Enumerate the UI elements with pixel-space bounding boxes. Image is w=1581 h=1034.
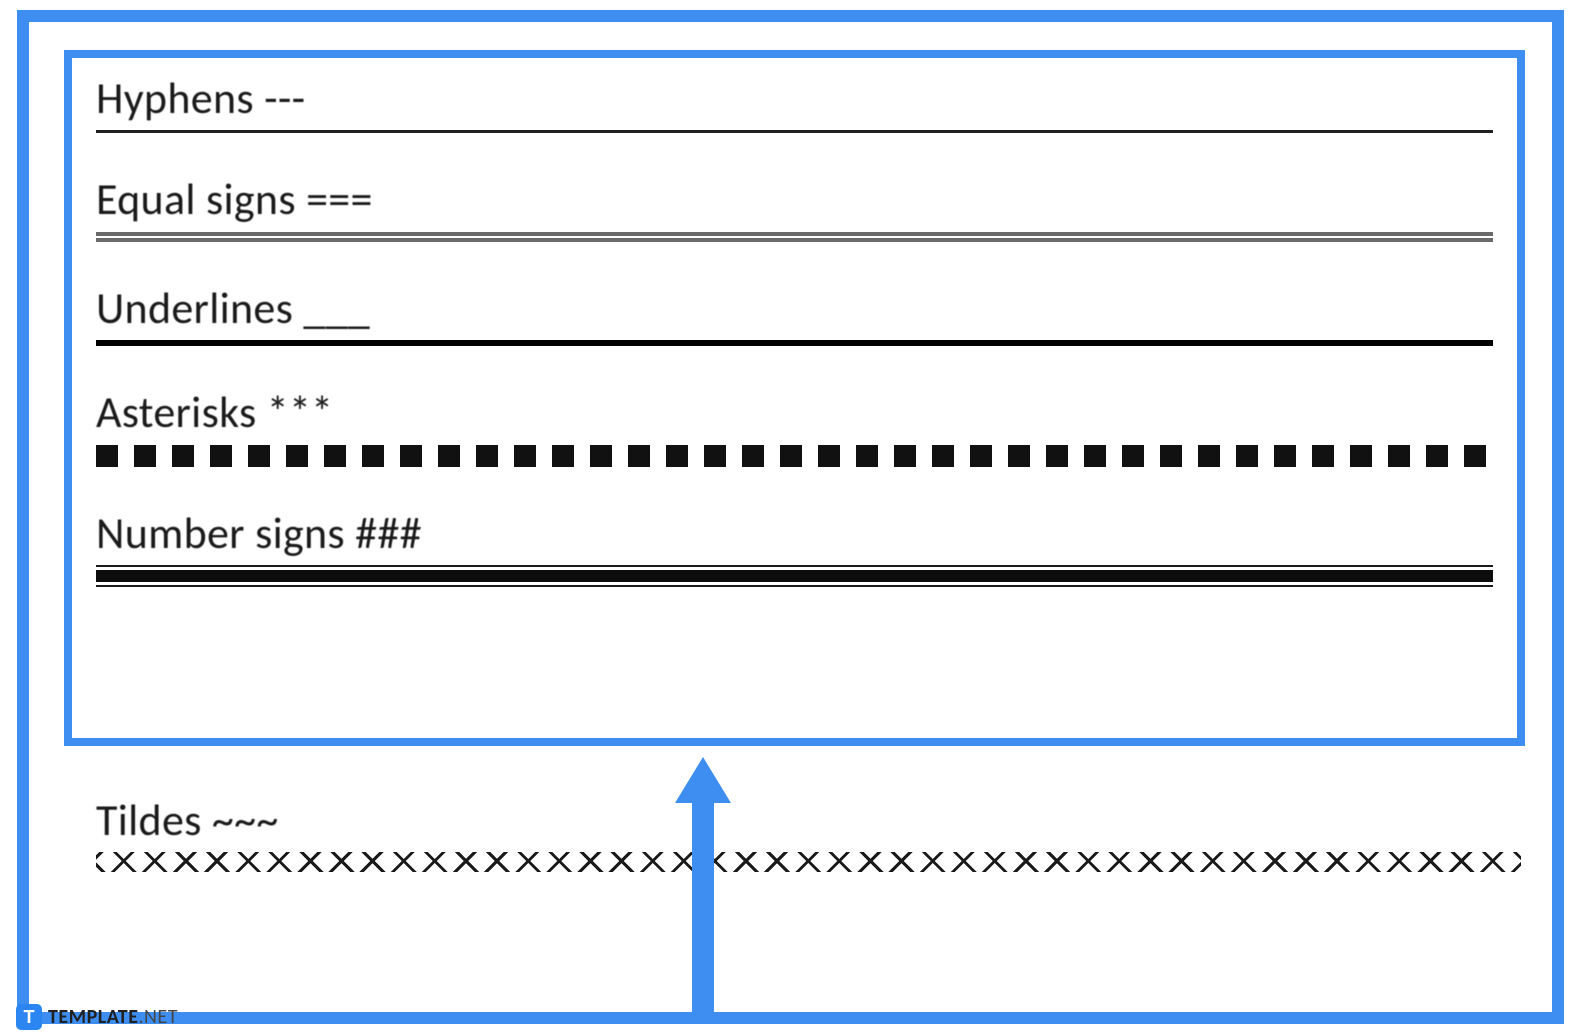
rule-equals — [96, 232, 1493, 242]
label-tildes: Tildes ~~~ — [96, 796, 1521, 844]
outer-border-frame: Hyphens --- Equal signs === Underlines _… — [17, 10, 1564, 1024]
template-logo-icon: T — [16, 1004, 42, 1030]
label-hyphens: Hyphens --- — [96, 74, 1493, 122]
entry-underlines: Underlines ___ — [96, 284, 1493, 346]
rule-tildes — [96, 852, 1521, 872]
entry-number-signs: Number signs ### — [96, 509, 1493, 587]
label-number-signs: Number signs ### — [96, 509, 1493, 557]
rule-underlines — [96, 340, 1493, 346]
rule-asterisks — [96, 445, 1493, 467]
watermark-text-thin: .NET — [138, 1005, 177, 1029]
label-underlines: Underlines ___ — [96, 284, 1493, 332]
entry-asterisks: Asterisks *** — [96, 388, 1493, 466]
label-asterisks: Asterisks *** — [96, 388, 1493, 436]
rule-hyphens — [96, 130, 1493, 133]
watermark: T TEMPLATE.NET — [16, 1004, 178, 1030]
entry-equals: Equal signs === — [96, 175, 1493, 241]
annotation-arrow — [673, 757, 733, 1017]
entry-tildes: Tildes ~~~ — [96, 796, 1521, 872]
arrow-up-icon — [675, 757, 731, 803]
watermark-text: TEMPLATE.NET — [48, 1005, 178, 1029]
logo-letter: T — [24, 1007, 35, 1028]
label-equals: Equal signs === — [96, 175, 1493, 223]
rule-number-signs — [96, 565, 1493, 587]
entry-hyphens: Hyphens --- — [96, 74, 1493, 133]
inner-highlight-frame: Hyphens --- Equal signs === Underlines _… — [64, 50, 1525, 746]
watermark-text-bold: TEMPLATE — [48, 1005, 138, 1029]
arrow-stem — [692, 801, 714, 1015]
